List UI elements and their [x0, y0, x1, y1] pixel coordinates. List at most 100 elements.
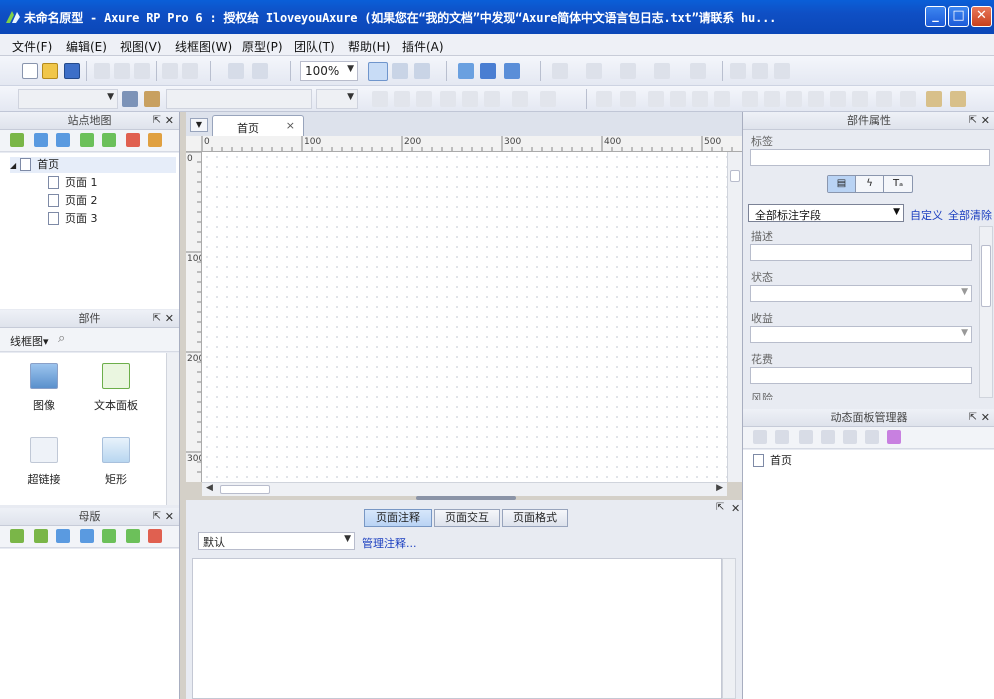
- menu-team[interactable]: 团队(T): [294, 38, 335, 55]
- indent-icon[interactable]: [80, 133, 94, 147]
- font-size-select[interactable]: ▼: [316, 89, 358, 109]
- notes-tab-icon[interactable]: ▤: [828, 176, 856, 192]
- bold-icon[interactable]: [372, 91, 388, 107]
- widget-text-panel[interactable]: 文本面板: [86, 363, 146, 413]
- distribute-icon[interactable]: [752, 63, 768, 79]
- close-icon[interactable]: ✕: [165, 508, 174, 525]
- move-down-icon[interactable]: [80, 529, 94, 543]
- open-icon[interactable]: [42, 63, 58, 79]
- props-scrollbar[interactable]: [979, 226, 993, 398]
- cut-icon[interactable]: [94, 63, 110, 79]
- menu-file[interactable]: 文件(F): [12, 38, 52, 55]
- forward-icon[interactable]: [692, 91, 708, 107]
- connector-icon[interactable]: [414, 63, 430, 79]
- unlock-icon[interactable]: [950, 91, 966, 107]
- menu-view[interactable]: 视图(V): [120, 38, 162, 55]
- dynamic-panel-root-item[interactable]: 首页: [753, 453, 792, 469]
- arrow-style-icon[interactable]: [690, 63, 706, 79]
- preview-icon[interactable]: [480, 63, 496, 79]
- expand-icon[interactable]: ◢: [10, 161, 16, 170]
- align-left-icon[interactable]: [440, 91, 456, 107]
- outdent-icon[interactable]: [126, 529, 140, 543]
- customize-link[interactable]: 自定义: [910, 207, 943, 223]
- save-icon[interactable]: [64, 63, 80, 79]
- notes-scrollbar[interactable]: [722, 558, 736, 699]
- tab-list-dropdown[interactable]: ▼: [190, 118, 208, 132]
- order-icon[interactable]: [774, 63, 790, 79]
- canvas-horizontal-scrollbar[interactable]: ◀ ▶: [202, 482, 727, 496]
- select-contained-icon[interactable]: [392, 63, 408, 79]
- indent-icon[interactable]: [102, 529, 116, 543]
- font-family-select[interactable]: [166, 89, 312, 109]
- panel-color-icon[interactable]: [887, 430, 901, 444]
- sitemap-root-item[interactable]: ◢ 首页: [10, 157, 176, 173]
- pin-icon[interactable]: ⇱: [969, 112, 977, 129]
- move-up-icon[interactable]: [34, 133, 48, 147]
- underline-icon[interactable]: [416, 91, 432, 107]
- group-icon[interactable]: [596, 91, 612, 107]
- widget-hyperlink[interactable]: 超链接: [14, 437, 74, 487]
- canvas-vertical-scrollbar[interactable]: [727, 152, 742, 482]
- distribute-h-icon[interactable]: [876, 91, 892, 107]
- close-icon[interactable]: ✕: [165, 310, 174, 327]
- minimize-button[interactable]: _: [925, 6, 946, 27]
- notes-select[interactable]: 默认 ▼: [198, 532, 355, 550]
- italic-icon[interactable]: [394, 91, 410, 107]
- add-panel-icon[interactable]: [753, 430, 767, 444]
- move-down-icon[interactable]: [56, 133, 70, 147]
- align-bottom-icon[interactable]: [852, 91, 868, 107]
- menu-plugins[interactable]: 插件(A): [402, 38, 444, 55]
- add-master-icon[interactable]: [10, 529, 24, 543]
- pin-icon[interactable]: ⇱: [969, 409, 977, 426]
- align-middle-icon[interactable]: [830, 91, 846, 107]
- add-page-icon[interactable]: [10, 133, 24, 147]
- scroll-right-icon[interactable]: ▶: [716, 483, 723, 493]
- widgets-scrollbar[interactable]: [166, 353, 179, 505]
- menu-help[interactable]: 帮助(H): [348, 38, 390, 55]
- scroll-thumb[interactable]: [981, 245, 991, 307]
- close-icon[interactable]: ✕: [981, 409, 990, 426]
- new-icon[interactable]: [22, 63, 38, 79]
- format-tab-icon[interactable]: Tₐ: [884, 176, 912, 192]
- find-icon[interactable]: [252, 63, 268, 79]
- clear-all-link[interactable]: 全部清除: [948, 207, 992, 223]
- generate-icon[interactable]: [504, 63, 520, 79]
- sitemap-page-item[interactable]: 页面 3: [48, 211, 98, 227]
- distribute-v-icon[interactable]: [900, 91, 916, 107]
- text-color-icon[interactable]: [540, 91, 556, 107]
- annotation-fields-select[interactable]: 全部标注字段 ▼: [748, 204, 904, 222]
- interactions-tab-icon[interactable]: ϟ: [856, 176, 884, 192]
- align-center-obj-icon[interactable]: [764, 91, 780, 107]
- menu-wireframe[interactable]: 线框图(W): [175, 38, 232, 55]
- lock-icon[interactable]: [926, 91, 942, 107]
- style-select[interactable]: ▼: [18, 89, 118, 109]
- close-icon[interactable]: ✕: [981, 112, 990, 129]
- bring-front-icon[interactable]: [648, 91, 664, 107]
- field-description-input[interactable]: [750, 244, 972, 261]
- delete-page-icon[interactable]: [126, 133, 140, 147]
- redo-icon[interactable]: [182, 63, 198, 79]
- pin-icon[interactable]: ⇱: [153, 508, 161, 525]
- tab-page-notes[interactable]: 页面注释: [364, 509, 432, 527]
- copy-icon[interactable]: [114, 63, 130, 79]
- tab-page-interactions[interactable]: 页面交互: [434, 509, 500, 527]
- notes-textarea[interactable]: [192, 558, 722, 699]
- edit-icon[interactable]: [865, 430, 879, 444]
- bullets-icon[interactable]: [512, 91, 528, 107]
- close-icon[interactable]: ✕: [731, 502, 740, 515]
- page-props-icon[interactable]: [148, 133, 162, 147]
- widget-rectangle[interactable]: 矩形: [86, 437, 146, 487]
- line-width-icon[interactable]: [620, 63, 636, 79]
- align-right-icon[interactable]: [484, 91, 500, 107]
- widget-image[interactable]: 图像: [14, 363, 74, 413]
- maximize-button[interactable]: □: [948, 6, 969, 27]
- align-left-obj-icon[interactable]: [742, 91, 758, 107]
- line-style-icon[interactable]: [654, 63, 670, 79]
- line-color-icon[interactable]: [586, 63, 602, 79]
- delete-master-icon[interactable]: [148, 529, 162, 543]
- sitemap-page-item[interactable]: 页面 2: [48, 193, 98, 209]
- backward-icon[interactable]: [714, 91, 730, 107]
- undo-icon[interactable]: [162, 63, 178, 79]
- field-status-select[interactable]: ▼: [750, 285, 972, 302]
- fill-color-icon[interactable]: [552, 63, 568, 79]
